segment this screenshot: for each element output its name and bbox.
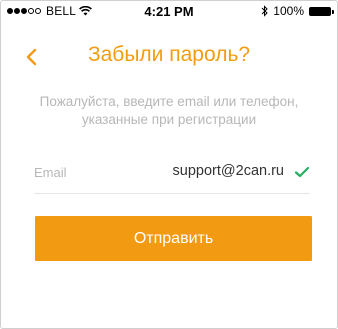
status-bar: BELL 4:21 PM 100%: [1, 1, 337, 23]
battery-percent: 100%: [273, 4, 304, 18]
phone-screen: BELL 4:21 PM 100% Забыли пароль? Пожалуй…: [0, 0, 338, 329]
check-icon: [294, 166, 310, 178]
email-field: Email: [34, 159, 310, 194]
battery-icon: [309, 6, 334, 16]
page-title: Забыли пароль?: [87, 43, 251, 66]
submit-button[interactable]: Отправить: [35, 216, 312, 261]
navigation-bar: Забыли пароль?: [1, 33, 337, 83]
email-label: Email: [34, 165, 67, 180]
bluetooth-icon: [261, 5, 269, 17]
field-divider: [34, 193, 310, 194]
instruction-text: Пожалуйста, введите email или телефон, у…: [39, 94, 299, 127]
status-right: 100%: [261, 4, 334, 18]
email-input[interactable]: [94, 163, 284, 179]
